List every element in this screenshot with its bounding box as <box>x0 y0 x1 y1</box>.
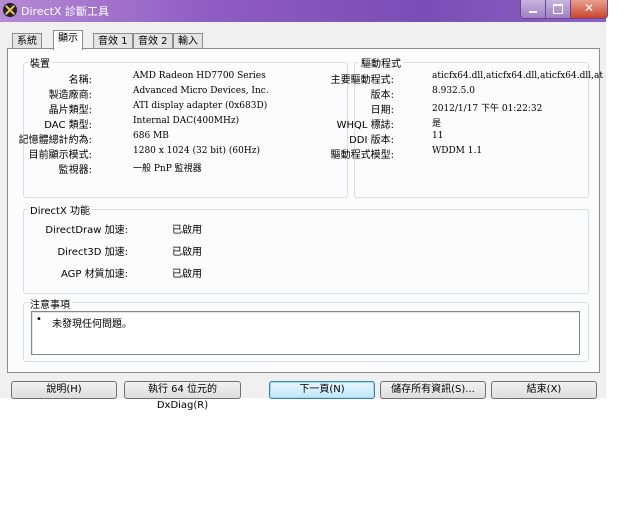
maximize-button[interactable] <box>545 0 571 19</box>
main-driver-value: aticfx64.dll,aticfx64.dll,aticfx64.dll,a… <box>432 71 603 81</box>
total-memory-label: 記憶體總計約為: <box>18 135 92 146</box>
close-button[interactable]: ✕ <box>570 0 608 19</box>
direct3d-label: Direct3D 加速: <box>57 247 128 258</box>
title-bar[interactable]: DirectX 診斷工具 ✕ <box>0 0 608 22</box>
minimize-icon <box>529 11 537 13</box>
device-group-title: 裝置 <box>28 55 52 70</box>
whql-value: 是 <box>432 119 442 129</box>
monitor-label: 監視器: <box>58 165 92 176</box>
directx-features-title: DirectX 功能 <box>28 202 92 217</box>
total-memory-value: 686 MB <box>133 131 169 141</box>
next-page-button[interactable]: 下一頁(N) <box>269 381 375 399</box>
display-mode-value: 1280 x 1024 (32 bit) (60Hz) <box>133 146 260 156</box>
directdraw-label: DirectDraw 加速: <box>45 225 128 236</box>
agp-texture-value: 已啟用 <box>172 269 202 280</box>
driver-version-value: 8.932.5.0 <box>432 86 475 96</box>
main-driver-label: 主要驅動程式: <box>330 75 394 86</box>
driver-group-title: 驅動程式 <box>359 55 403 70</box>
tab-input[interactable]: 輸入 <box>173 33 203 49</box>
minimize-button[interactable] <box>520 0 546 19</box>
whql-label: WHQL 標誌: <box>336 120 394 131</box>
ddi-version-label: DDI 版本: <box>349 135 394 146</box>
dac-type-value: Internal DAC(400MHz) <box>133 116 240 126</box>
dac-type-label: DAC 類型: <box>44 120 92 131</box>
save-all-info-button[interactable]: 儲存所有資訊(S)... <box>380 381 486 399</box>
chip-type-value: ATI display adapter (0x683D) <box>133 101 268 111</box>
display-mode-label: 目前顯示模式: <box>28 150 92 161</box>
directx-app-icon <box>3 3 17 17</box>
tab-sound-1[interactable]: 音效 1 <box>93 33 133 49</box>
exit-button[interactable]: 結束(X) <box>491 381 597 399</box>
help-button[interactable]: 說明(H) <box>11 381 117 399</box>
directdraw-value: 已啟用 <box>172 225 202 236</box>
tab-sound-2[interactable]: 音效 2 <box>133 33 173 49</box>
manufacturer-value: Advanced Micro Devices, Inc. <box>133 86 269 96</box>
close-icon: ✕ <box>584 1 595 15</box>
agp-texture-label: AGP 材質加速: <box>61 269 128 280</box>
tab-system[interactable]: 系統 <box>12 33 42 49</box>
ddi-version-value: 11 <box>432 131 444 141</box>
window-title: DirectX 診斷工具 <box>21 5 109 18</box>
dxdiag-window: DirectX 診斷工具 ✕ 系統 顯示 音效 1 音效 2 輸入 裝置 名稱:… <box>0 0 608 411</box>
notes-textbox[interactable]: • 未發現任何問題。 <box>31 311 580 355</box>
device-name-label: 名稱: <box>68 75 92 86</box>
notes-title: 注意事項 <box>28 296 72 311</box>
maximize-icon <box>553 4 563 14</box>
bullet-icon: • <box>36 314 42 325</box>
driver-version-label: 版本: <box>370 90 394 101</box>
run-64bit-dxdiag-button[interactable]: 執行 64 位元的 DxDiag(R) <box>124 381 241 411</box>
direct3d-value: 已啟用 <box>172 247 202 258</box>
driver-date-label: 日期: <box>370 105 394 116</box>
device-name-value: AMD Radeon HD7700 Series <box>133 71 266 81</box>
driver-model-value: WDDM 1.1 <box>432 146 483 156</box>
tab-display[interactable]: 顯示 <box>53 30 83 50</box>
driver-model-label: 驅動程式模型: <box>330 150 394 161</box>
notes-item: 未發現任何問題。 <box>52 319 132 330</box>
manufacturer-label: 製造廠商: <box>48 90 92 101</box>
driver-date-value: 2012/1/17 下午 01:22:32 <box>432 104 543 114</box>
monitor-value: 一般 PnP 監視器 <box>133 164 202 174</box>
chip-type-label: 晶片類型: <box>48 105 92 116</box>
